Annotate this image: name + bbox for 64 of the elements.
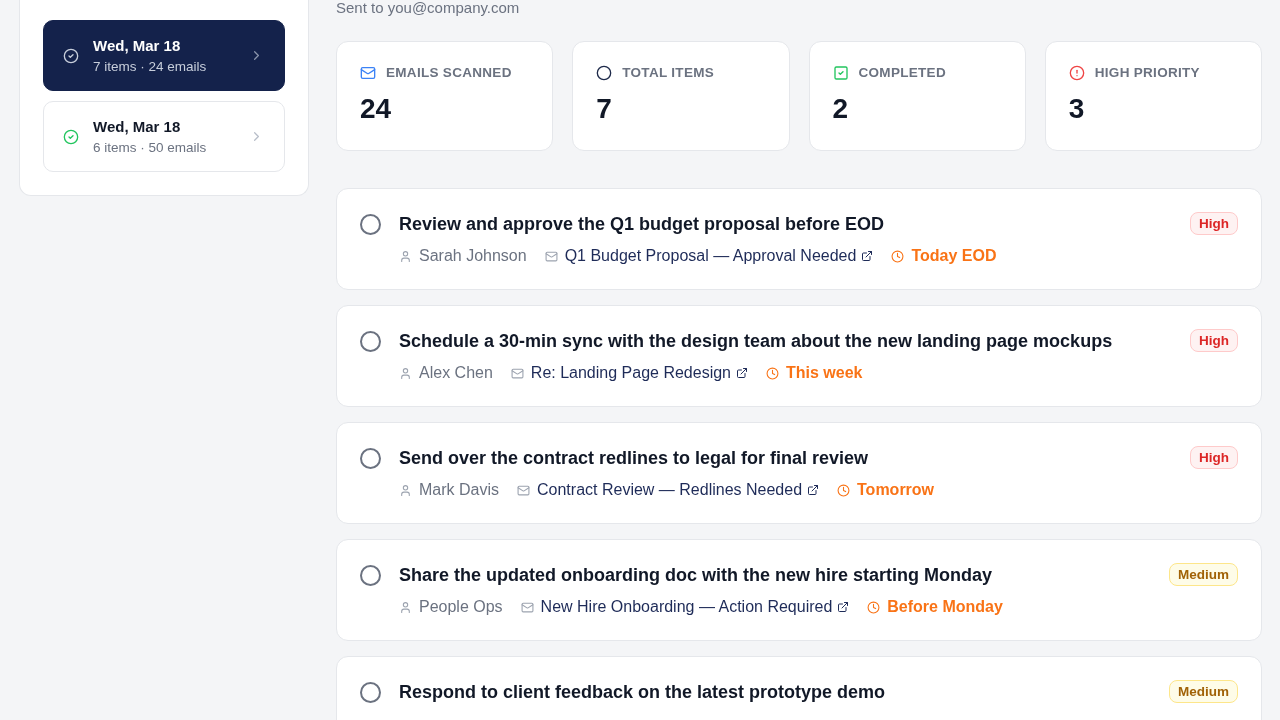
task-title: Send over the contract redlines to legal for final review: [399, 447, 869, 470]
digest-item[interactable]: Wed, Mar 18 6 items · 50 emails: [43, 101, 285, 172]
sender-name: People Ops: [419, 597, 503, 617]
external-link-icon: [807, 484, 820, 496]
alert-icon: [1068, 65, 1085, 81]
sender-name: Mark Davis: [419, 480, 499, 500]
sender-name: Sarah Johnson: [419, 246, 527, 266]
task-checkbox[interactable]: [360, 565, 381, 586]
stat-value: 2: [832, 92, 849, 126]
digest-date: Wed, Mar 18: [93, 35, 182, 56]
priority-badge: High: [1190, 446, 1238, 469]
task-title: Schedule a 30-min sync with the design team about the new landing page mockups: [399, 330, 1113, 353]
external-link-icon: [861, 250, 874, 262]
email-link[interactable]: Contract Review — Redlines Needed: [537, 479, 820, 501]
task-checkbox[interactable]: [360, 331, 381, 352]
clock-icon: [891, 249, 905, 263]
person-icon: [399, 249, 412, 263]
task-title: Review and approve the Q1 budget proposal before EOD: [399, 213, 885, 236]
due-date: Before Monday: [887, 597, 1003, 617]
mail-icon: [510, 366, 524, 380]
priority-badge: High: [1190, 329, 1238, 352]
due-date: This week: [786, 363, 863, 383]
stat-value: 7: [596, 92, 612, 126]
recipient-text: Sent to you@company.com: [336, 0, 520, 16]
digest-summary: 6 items · 50 emails: [93, 138, 208, 157]
person-icon: [399, 483, 412, 497]
due-date: Today EOD: [911, 246, 997, 266]
digest-summary: 7 items · 24 emails: [93, 57, 208, 76]
email-link[interactable]: Q1 Budget Proposal — Approval Needed: [564, 245, 874, 267]
email-link[interactable]: Re: Landing Page Redesign: [530, 362, 748, 384]
person-icon: [399, 600, 412, 614]
priority-badge: Medium: [1169, 680, 1238, 703]
stat-label: HIGH PRIORITY: [1094, 65, 1200, 81]
external-link-icon: [837, 601, 850, 613]
circle-icon: [596, 65, 613, 81]
check-circle-icon: [63, 128, 79, 145]
digest-date: Wed, Mar 18: [93, 116, 182, 137]
mail-icon: [360, 65, 376, 81]
check-circle-icon: [63, 47, 79, 64]
mail-icon: [517, 483, 530, 497]
task-title: Respond to client feedback on the latest prototype demo: [399, 681, 886, 704]
stat-label: TOTAL ITEMS: [622, 65, 715, 81]
stat-value: 24: [360, 92, 392, 126]
stat-label: EMAILS SCANNED: [386, 65, 512, 81]
mail-icon: [520, 600, 534, 614]
mail-icon: [544, 249, 558, 263]
clock-icon: [867, 600, 881, 614]
priority-badge: Medium: [1169, 563, 1238, 586]
email-link[interactable]: New Hire Onboarding — Action Required: [540, 596, 850, 618]
task-checkbox[interactable]: [360, 448, 381, 469]
task-checkbox[interactable]: [360, 682, 381, 703]
priority-badge: High: [1190, 212, 1238, 235]
sender-name: Alex Chen: [419, 363, 493, 383]
person-icon: [399, 366, 412, 380]
clock-icon: [766, 366, 779, 380]
stat-value: 3: [1068, 92, 1085, 126]
task-checkbox[interactable]: [360, 214, 381, 235]
clock-icon: [837, 483, 851, 497]
checkbox-icon: [832, 65, 849, 81]
stat-label: COMPLETED: [858, 65, 946, 81]
task-title: Share the updated onboarding doc with the new hire starting Monday: [399, 564, 993, 587]
digest-item[interactable]: Wed, Mar 18 7 items · 24 emails: [43, 20, 285, 91]
due-date: Tomorrow: [857, 480, 935, 500]
external-link-icon: [736, 367, 748, 379]
